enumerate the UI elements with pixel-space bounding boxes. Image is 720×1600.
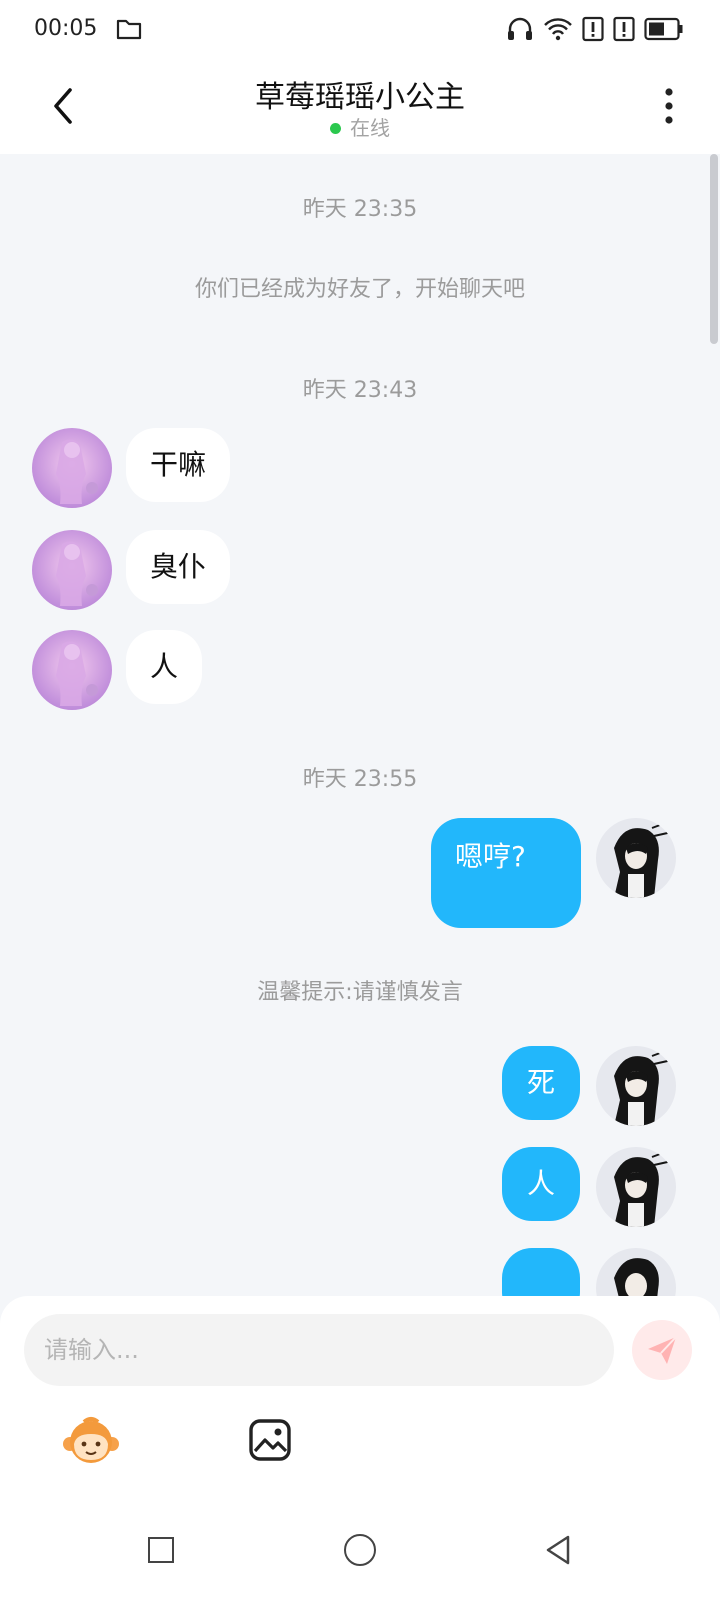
folder-icon	[116, 18, 142, 44]
back-nav-button[interactable]	[544, 1534, 572, 1566]
message-text: 臭仆	[150, 550, 207, 584]
contact-avatar[interactable]	[32, 428, 112, 508]
my-avatar[interactable]	[596, 818, 676, 898]
emoji-button[interactable]	[62, 1414, 120, 1468]
system-nav-bar	[0, 1500, 720, 1600]
send-icon	[648, 1336, 677, 1364]
chat-message-list[interactable]: 昨天 23:35 你们已经成为好友了，开始聊天吧 昨天 23:43 干嘛 臭仆 …	[0, 154, 720, 1296]
outgoing-message-bubble[interactable]: 人	[502, 1147, 580, 1221]
message-text: 人	[150, 650, 179, 684]
outgoing-message-bubble[interactable]: 死	[502, 1046, 580, 1120]
chat-header: 草莓瑶瑶小公主 在线	[0, 58, 720, 154]
message-text: 死	[526, 1066, 555, 1100]
my-avatar[interactable]	[596, 1248, 676, 1296]
timestamp: 昨天 23:43	[302, 378, 418, 403]
alert-icon	[613, 16, 635, 46]
message-input[interactable]	[24, 1314, 614, 1386]
more-vertical-icon	[665, 88, 673, 124]
incoming-message-bubble[interactable]: 干嘛	[126, 428, 231, 502]
wifi-icon	[543, 16, 573, 46]
incoming-message-bubble[interactable]: 人	[126, 630, 203, 704]
headphones-icon	[506, 16, 534, 46]
timestamp: 昨天 23:55	[302, 767, 418, 792]
monkey-emoji-icon	[63, 1417, 119, 1463]
system-message: 温馨提示:请谨慎发言	[257, 980, 463, 1005]
outgoing-message-bubble[interactable]: 嗯哼?	[431, 818, 581, 928]
online-status: 在线	[0, 112, 720, 141]
alert-icon	[582, 16, 604, 46]
outgoing-message-bubble[interactable]	[502, 1248, 580, 1296]
status-time: 00:05	[34, 16, 98, 41]
contact-avatar[interactable]	[32, 530, 112, 610]
send-button[interactable]	[632, 1320, 692, 1380]
timestamp: 昨天 23:35	[302, 197, 418, 222]
system-message: 你们已经成为好友了，开始聊天吧	[194, 277, 525, 302]
online-dot-icon	[330, 123, 341, 134]
status-bar: 00:05	[0, 0, 720, 58]
online-status-label: 在线	[350, 116, 390, 140]
my-avatar[interactable]	[596, 1147, 676, 1227]
more-options-button[interactable]	[660, 86, 678, 126]
message-text: 人	[526, 1167, 555, 1201]
message-text: 干嘛	[150, 448, 207, 482]
chat-title: 草莓瑶瑶小公主	[255, 80, 465, 115]
image-icon	[249, 1419, 291, 1461]
recent-apps-button[interactable]	[148, 1537, 174, 1563]
message-text: 嗯哼?	[455, 840, 526, 873]
home-button[interactable]	[344, 1534, 376, 1566]
image-picker-button[interactable]	[248, 1418, 292, 1462]
incoming-message-bubble[interactable]: 臭仆	[126, 530, 231, 604]
my-avatar[interactable]	[596, 1046, 676, 1126]
contact-avatar[interactable]	[32, 630, 112, 710]
battery-icon	[644, 17, 684, 45]
